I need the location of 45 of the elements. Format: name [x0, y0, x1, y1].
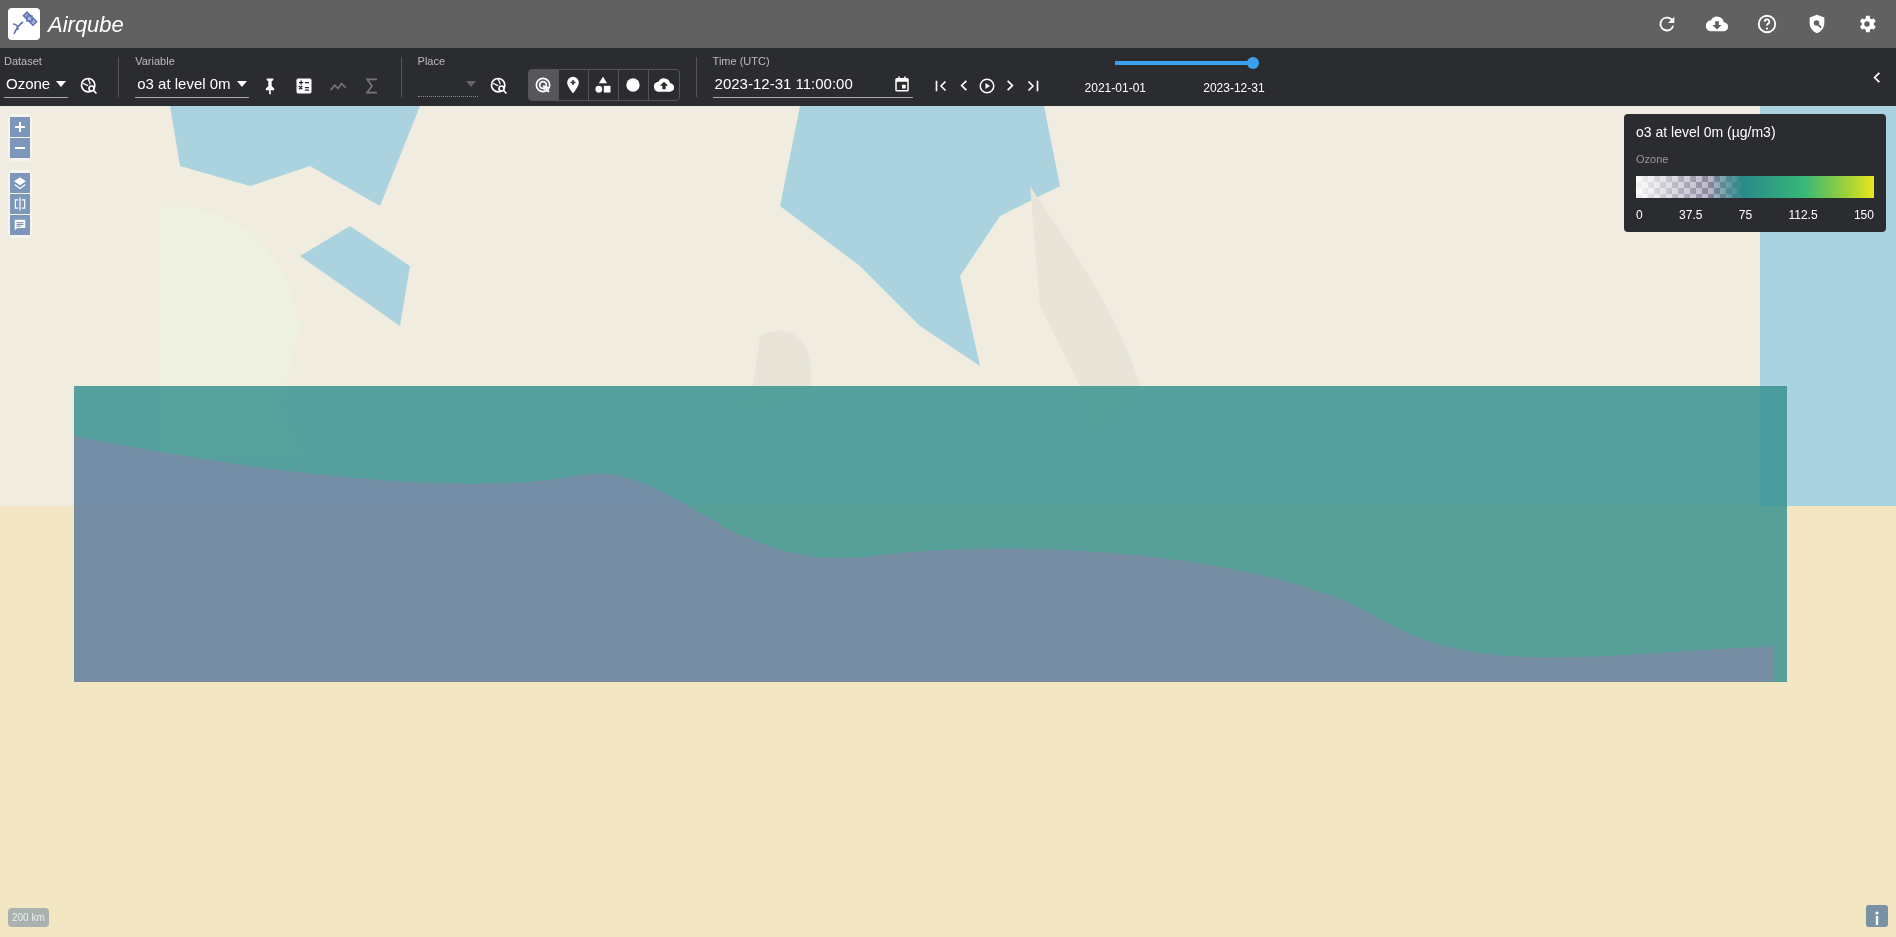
chevron-left-icon	[1873, 71, 1881, 83]
caret-icon	[236, 81, 247, 87]
layers-icon	[13, 176, 27, 190]
plus-icon	[15, 122, 25, 132]
play-circle-icon	[977, 76, 996, 95]
colorbar-tick: 112.5	[1788, 206, 1818, 224]
variable-select[interactable]: o3 at level 0m	[135, 72, 249, 99]
satellite-logo-icon	[8, 8, 40, 40]
shapes-icon	[593, 75, 614, 95]
help-icon	[1756, 13, 1778, 35]
zoom-in-button[interactable]	[10, 117, 30, 137]
range-start-label: 2021-01-01	[1084, 80, 1146, 97]
colorbar-tick: 150	[1853, 206, 1874, 224]
colorbar-tick: 0	[1636, 206, 1643, 224]
place-label: Place	[417, 55, 447, 67]
range-end-label: 2023-12-31	[1203, 80, 1265, 97]
message-icon	[13, 218, 27, 232]
scale-bar: 200 km	[8, 908, 49, 927]
map-search-icon	[488, 75, 509, 96]
split-view-button[interactable]	[10, 194, 30, 214]
caret-icon	[465, 81, 476, 87]
info-icon	[1873, 910, 1881, 925]
map-search-icon	[79, 75, 100, 96]
legend-subtitle: Ozone	[1636, 152, 1670, 167]
time-label: Time (UTC)	[712, 55, 771, 67]
zoom-out-button[interactable]	[10, 138, 30, 158]
variable-label: Variable	[135, 55, 176, 67]
select-place-button[interactable]	[528, 70, 559, 100]
time-slider-thumb[interactable]	[1246, 57, 1259, 69]
chevron-left-icon	[959, 80, 968, 91]
split-view-icon	[13, 197, 27, 211]
dataset-select[interactable]: Ozone	[4, 72, 69, 99]
app-title: Airqube	[48, 10, 124, 39]
time-field[interactable]: 2023-12-31 11:00:00	[712, 72, 913, 99]
info-panel-button[interactable]	[10, 215, 30, 235]
layers-button[interactable]	[10, 173, 30, 193]
cloud-upload-icon	[653, 75, 674, 95]
colorbar-tick: 37.5	[1679, 206, 1703, 224]
calendar-icon	[892, 75, 911, 93]
attribution-button[interactable]	[1866, 905, 1888, 927]
legend-title: o3 at level 0m (µg/m3)	[1636, 123, 1777, 142]
dataset-label: Dataset	[4, 55, 43, 67]
caret-icon	[56, 81, 67, 87]
colorbar-tick: 75	[1738, 206, 1753, 224]
chevron-right-icon	[1005, 80, 1014, 91]
